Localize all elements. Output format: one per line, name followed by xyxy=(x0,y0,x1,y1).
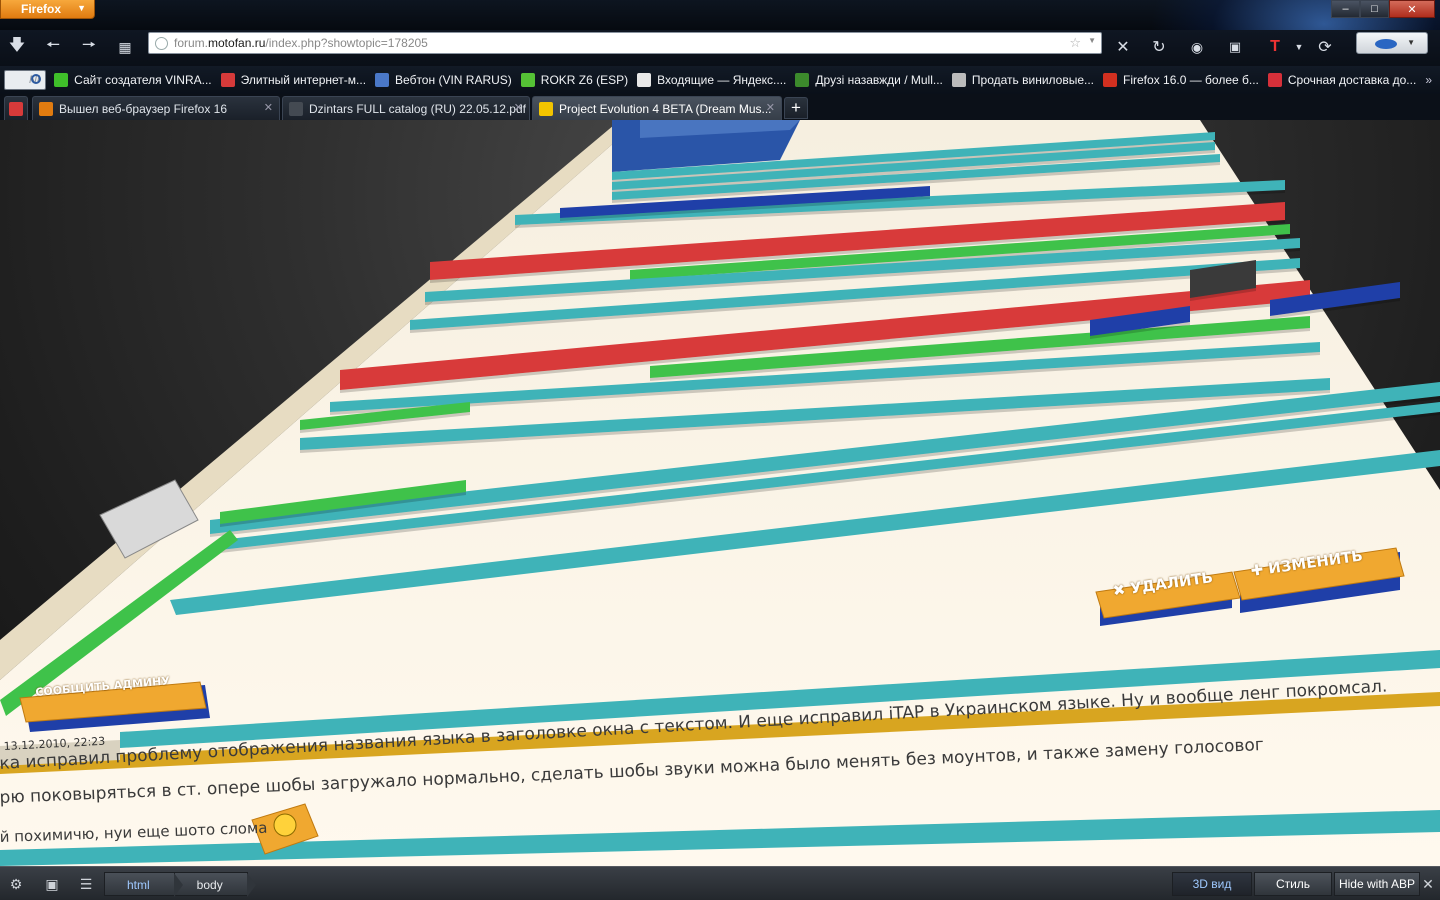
new-tab-button[interactable]: + xyxy=(784,97,808,119)
bookmark-favicon-icon xyxy=(375,73,390,87)
firefox-menu-button[interactable]: Firefox ▼ xyxy=(0,0,95,19)
close-window-button[interactable]: ✕ xyxy=(1389,0,1435,18)
download-icon[interactable]: 🡇 xyxy=(4,34,30,60)
chevron-down-icon: ▼ xyxy=(77,3,86,13)
breadcrumb: html body xyxy=(104,872,256,897)
bookmark-item[interactable]: Продать виниловые... xyxy=(951,73,1095,87)
sync-icon[interactable]: ⟳ xyxy=(1312,34,1338,60)
bookmark-favicon-icon xyxy=(520,73,535,87)
bookmark-label: ROKR Z6 (ESP) xyxy=(540,73,629,87)
tab-favicon-icon xyxy=(289,101,303,116)
tab-strip: Вышел веб-браузер Firefox 16 ✕ Dzintars FU… xyxy=(0,94,1440,120)
gear-icon[interactable]: ⚙ xyxy=(2,872,30,896)
addon-notifier-icon[interactable]: ◉ xyxy=(1184,34,1210,60)
bookmark-label: Продать виниловые... xyxy=(971,73,1095,87)
addon-t-icon[interactable]: T xyxy=(1262,34,1288,60)
bookmark-label: Firefox 16.0 — более б... xyxy=(1123,73,1259,87)
tab-close-icon[interactable]: ✕ xyxy=(766,101,775,114)
forward-button[interactable]: 🠖 xyxy=(76,34,102,60)
url-prefix: forum. xyxy=(174,36,209,50)
url-bar[interactable]: forum. motofan.ru/index.php?showtopic=178… xyxy=(148,32,1102,54)
app-tab-pinned[interactable] xyxy=(4,96,28,120)
title-bar: Firefox ▼ – □ ✕ xyxy=(0,0,1440,120)
bookmark-label: Срочная доставка до... xyxy=(1287,73,1417,87)
style-button[interactable]: Стиль xyxy=(1254,872,1332,896)
close-icon[interactable]: ✕ xyxy=(1418,872,1438,896)
tab-label: Dzintars FULL catalog (RU) 22.05.12.pdf xyxy=(309,101,526,116)
bookmark-label: Друзі назавжди / Mull... xyxy=(815,73,943,87)
hide-with-abp-button[interactable]: Hide with ABP xyxy=(1334,872,1420,896)
3d-view-button[interactable]: 3D вид xyxy=(1172,872,1252,896)
bookmarks-overflow-button[interactable]: » xyxy=(1425,73,1432,87)
bookmarks-search-input[interactable]: Ni xyxy=(4,70,47,90)
search-engine-logo-icon xyxy=(1375,39,1397,49)
devtools-inspector-bar: ⚙ ▣ ☰ html body 3D вид Стиль Hide with A… xyxy=(0,866,1440,900)
bookmark-favicon-icon xyxy=(1267,73,1282,87)
window-controls: – □ ✕ xyxy=(1331,0,1435,18)
bookmark-favicon-icon xyxy=(637,73,652,87)
minimize-button[interactable]: – xyxy=(1331,0,1360,18)
tab-close-icon[interactable]: ✕ xyxy=(264,101,273,114)
tilt-3d-viewport[interactable]: ✖ УДАЛИТЬ ✚ ИЗМЕНИТЬ СООБЩИТЬ АДМИНУ 13.… xyxy=(0,120,1440,866)
bookmark-favicon-icon xyxy=(795,73,810,87)
bookmark-label: Элитный интернет-м... xyxy=(240,73,367,87)
bookmark-list: Сайт создателя VINRA... Элитный интернет-… xyxy=(54,73,1425,87)
addon-t-dropdown-icon[interactable]: ▼ xyxy=(1286,34,1312,60)
bookmark-item[interactable]: Элитный интернет-м... xyxy=(220,73,367,87)
url-host: motofan.ru xyxy=(208,36,266,50)
bookmark-label: Вебтон (VIN RARUS) xyxy=(395,73,512,87)
bookmark-label: Сайт создателя VINRA... xyxy=(74,73,212,87)
back-button[interactable]: 🠔 xyxy=(40,34,66,60)
tab-label: Вышел веб-браузер Firefox 16 xyxy=(59,101,228,116)
tab-close-icon[interactable]: ✕ xyxy=(514,101,523,114)
url-dropdown-icon[interactable]: ▼ xyxy=(1088,36,1096,45)
tab-favicon-icon xyxy=(539,101,553,116)
addon-box-icon[interactable]: ▣ xyxy=(1222,34,1248,60)
markup-panel-icon[interactable]: ☰ xyxy=(72,872,100,896)
bookmark-item[interactable]: Входящие — Яндекс.... xyxy=(637,73,786,87)
breadcrumb-body[interactable]: body xyxy=(173,872,256,897)
bookmark-favicon-icon xyxy=(1103,73,1118,87)
pinned-tab-favicon-icon xyxy=(9,101,23,116)
bookmark-label: Входящие — Яндекс.... xyxy=(657,73,787,87)
search-engine-selector[interactable]: ▼ xyxy=(1356,32,1428,54)
stop-button[interactable]: ✕ xyxy=(1110,34,1136,60)
tab-label: Project Evolution 4 BETA (Dream Mus... xyxy=(559,101,772,116)
browser-tab[interactable]: Project Evolution 4 BETA (Dream Mus... ✕ xyxy=(532,96,782,120)
bookmark-item[interactable]: Вебтон (VIN RARUS) xyxy=(375,73,512,87)
smiley-icon xyxy=(273,813,297,837)
bookmark-item[interactable]: Firefox 16.0 — более б... xyxy=(1103,73,1259,87)
tab-favicon-icon xyxy=(39,101,53,116)
firefox-menu-label: Firefox xyxy=(21,2,62,16)
bookmark-item[interactable]: Срочная доставка до... xyxy=(1267,73,1417,87)
url-path: /index.php?showtopic=178205 xyxy=(265,36,428,50)
inspect-picker-icon[interactable]: ▣ xyxy=(38,872,66,896)
navigation-toolbar: 🡇 🠔 🠖 ▦ forum. motofan.ru/index.php?showt… xyxy=(0,30,1440,66)
maximize-button[interactable]: □ xyxy=(1360,0,1389,18)
site-identity-icon[interactable] xyxy=(155,36,168,50)
bookmark-favicon-icon xyxy=(54,73,69,87)
browser-tab[interactable]: Вышел веб-браузер Firefox 16 ✕ xyxy=(32,96,280,120)
chevron-down-icon: ▼ xyxy=(1407,38,1415,47)
bookmark-favicon-icon xyxy=(951,73,966,87)
apps-grid-icon[interactable]: ▦ xyxy=(112,34,138,60)
search-icon[interactable] xyxy=(31,74,42,84)
bookmark-item[interactable]: Сайт создателя VINRA... xyxy=(54,73,212,87)
bookmarks-toolbar: Ni Сайт создателя VINRA... Элитный интерн… xyxy=(0,66,1440,94)
bookmark-item[interactable]: Друзі назавжди / Mull... xyxy=(795,73,943,87)
bookmark-favicon-icon xyxy=(220,73,235,87)
breadcrumb-html[interactable]: html xyxy=(104,872,183,897)
bookmark-star-icon[interactable]: ☆ xyxy=(1069,35,1081,51)
browser-tab[interactable]: Dzintars FULL catalog (RU) 22.05.12.pdf ✕ xyxy=(282,96,530,120)
bookmark-item[interactable]: ROKR Z6 (ESP) xyxy=(520,73,629,87)
reload-button[interactable]: ↻ xyxy=(1146,34,1172,60)
